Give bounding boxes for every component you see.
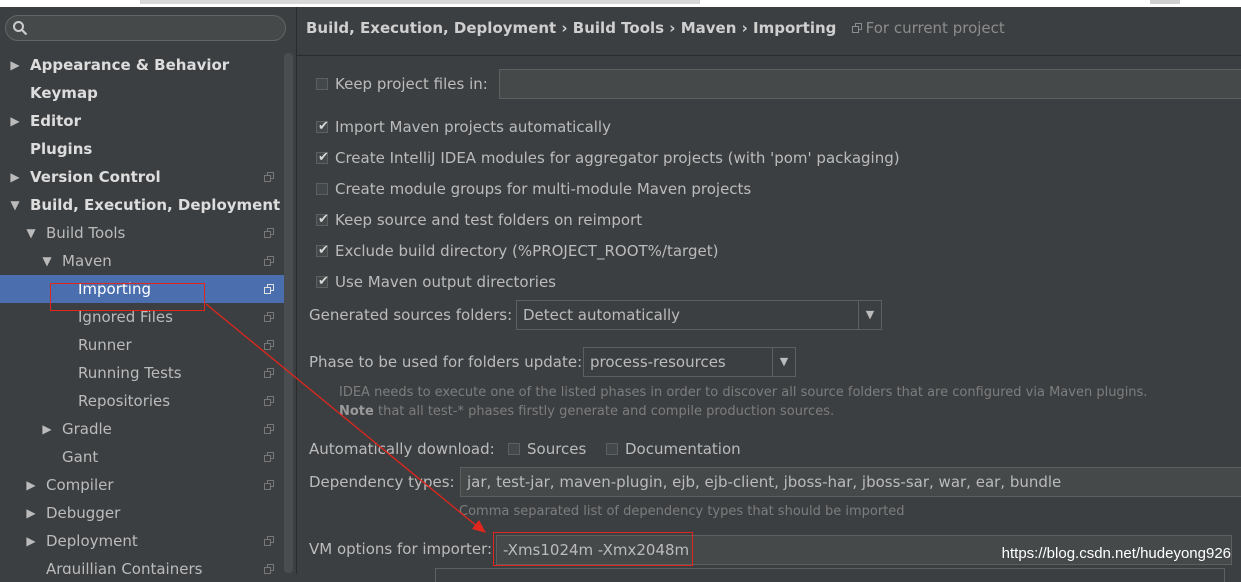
project-scope-icon: [264, 480, 274, 490]
generated-sources-dropdown[interactable]: Detect automatically ▼: [516, 300, 882, 330]
checkbox-box[interactable]: [316, 183, 328, 195]
dependency-types-field[interactable]: jar, test-jar, maven-plugin, ejb, ejb-cl…: [460, 467, 1241, 497]
download-sources-checkbox[interactable]: Sources: [508, 439, 586, 459]
project-scope-icon: [264, 564, 274, 574]
tree-item-editor[interactable]: ▶ Editor: [0, 107, 284, 135]
window-top-strip: [0, 0, 1241, 7]
expand-arrow-icon[interactable]: ▶: [8, 51, 22, 79]
expand-arrow-icon[interactable]: ▶: [40, 415, 54, 443]
tree-item-keymap[interactable]: Keymap: [0, 79, 284, 107]
project-scope-icon: [264, 452, 274, 462]
settings-content: Build, Execution, Deployment › Build Too…: [297, 7, 1241, 582]
tree-item-runner[interactable]: Runner: [0, 331, 284, 359]
phase-hint: IDEA needs to execute one of the listed …: [339, 385, 1148, 400]
checkbox-box[interactable]: [508, 443, 520, 455]
checkbox-box[interactable]: [316, 78, 328, 90]
search-input[interactable]: [5, 15, 286, 41]
project-scope-icon: [264, 340, 274, 350]
project-scope-icon: [264, 228, 274, 238]
checkbox-box[interactable]: [316, 210, 329, 230]
tree-item-gradle[interactable]: ▶ Gradle: [0, 415, 284, 443]
dependency-types-hint: Comma separated list of dependency types…: [459, 504, 905, 519]
tree-item-appearance[interactable]: ▶ Appearance & Behavior: [0, 51, 284, 79]
tree-item-running-tests[interactable]: Running Tests: [0, 359, 284, 387]
tree-item-maven[interactable]: ▼ Maven: [0, 247, 284, 275]
collapse-arrow-icon[interactable]: ▼: [24, 219, 38, 247]
annotation-highlight-vm-options: [493, 532, 693, 566]
chevron-down-icon[interactable]: ▼: [858, 301, 881, 329]
project-scope-icon: [264, 536, 274, 546]
header-divider: [297, 55, 1241, 56]
keep-source-folders-checkbox[interactable]: Keep source and test folders on reimport: [316, 210, 642, 230]
tree-item-version-control[interactable]: ▶ Version Control: [0, 163, 284, 191]
project-scope-label: For current project: [851, 19, 1005, 37]
expand-arrow-icon[interactable]: ▶: [24, 471, 38, 499]
project-scope-icon: [264, 312, 274, 322]
generated-sources-label: Generated sources folders:: [309, 306, 513, 324]
tree-item-compiler[interactable]: ▶ Compiler: [0, 471, 284, 499]
phase-note: Note that all test-* phases firstly gene…: [339, 404, 835, 419]
checkbox-box[interactable]: [316, 241, 329, 261]
checkbox-box[interactable]: [316, 272, 329, 292]
collapse-arrow-icon[interactable]: ▼: [8, 191, 22, 219]
tree-item-gant[interactable]: Gant: [0, 443, 284, 471]
checkbox-box[interactable]: [606, 443, 618, 455]
exclude-build-directory-checkbox[interactable]: Exclude build directory (%PROJECT_ROOT%/…: [316, 241, 718, 261]
expand-arrow-icon[interactable]: ▶: [24, 527, 38, 555]
breadcrumb-path: Build, Execution, Deployment › Build Too…: [306, 19, 837, 37]
project-scope-icon: [264, 396, 274, 406]
vm-options-label: VM options for importer:: [309, 540, 493, 558]
tree-item-arquillian-containers[interactable]: Arquillian Containers: [0, 555, 284, 574]
project-scope-icon: [264, 284, 274, 294]
tree-item-plugins[interactable]: Plugins: [0, 135, 284, 163]
tree-item-debugger[interactable]: ▶ Debugger: [0, 499, 284, 527]
next-field-partial[interactable]: [435, 568, 1225, 582]
tree-item-repositories[interactable]: Repositories: [0, 387, 284, 415]
auto-download-label: Automatically download:: [309, 440, 495, 458]
breadcrumb: Build, Execution, Deployment › Build Too…: [306, 19, 1005, 37]
project-scope-icon: [264, 256, 274, 266]
checkbox-box[interactable]: [316, 117, 329, 137]
expand-arrow-icon[interactable]: ▶: [8, 107, 22, 135]
search-icon: [13, 21, 28, 36]
collapse-arrow-icon[interactable]: ▼: [40, 247, 54, 275]
module-groups-checkbox[interactable]: Create module groups for multi-module Ma…: [316, 179, 751, 199]
chevron-down-icon[interactable]: ▼: [772, 348, 795, 376]
expand-arrow-icon[interactable]: ▶: [24, 499, 38, 527]
project-scope-icon: [264, 368, 274, 378]
download-documentation-checkbox[interactable]: Documentation: [606, 439, 741, 459]
project-scope-icon: [264, 172, 274, 182]
dependency-types-label: Dependency types:: [309, 473, 455, 491]
project-scope-icon: [264, 424, 274, 434]
expand-arrow-icon[interactable]: ▶: [8, 163, 22, 191]
settings-tree: ▶ Appearance & Behavior Keymap ▶ Editor …: [0, 51, 284, 574]
settings-sidebar: ▶ Appearance & Behavior Keymap ▶ Editor …: [0, 7, 297, 574]
keep-project-files-path-field[interactable]: [499, 69, 1241, 99]
watermark: https://blog.csdn.net/hudeyong926: [1001, 545, 1231, 562]
tree-item-build-tools[interactable]: ▼ Build Tools: [0, 219, 284, 247]
project-scope-icon: [851, 23, 862, 33]
tree-item-build-execution-deployment[interactable]: ▼ Build, Execution, Deployment: [0, 191, 284, 219]
phase-label: Phase to be used for folders update:: [309, 353, 583, 371]
create-modules-checkbox[interactable]: Create IntelliJ IDEA modules for aggrega…: [316, 148, 900, 168]
keep-project-files-checkbox[interactable]: Keep project files in:: [316, 74, 488, 94]
use-output-directories-checkbox[interactable]: Use Maven output directories: [316, 272, 556, 292]
tree-item-deployment[interactable]: ▶ Deployment: [0, 527, 284, 555]
checkbox-box[interactable]: [316, 148, 329, 168]
annotation-highlight-importing: [50, 283, 205, 311]
import-automatically-checkbox[interactable]: Import Maven projects automatically: [316, 117, 611, 137]
phase-dropdown[interactable]: process-resources ▼: [583, 347, 796, 377]
sidebar-scrollbar[interactable]: [284, 53, 293, 573]
